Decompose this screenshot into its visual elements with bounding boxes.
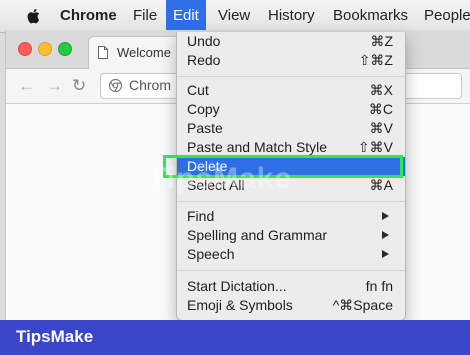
menu-item-shortcut: ⌘V	[369, 120, 393, 136]
zoom-window-button[interactable]	[58, 42, 72, 56]
menu-item-label: Emoji & Symbols	[187, 297, 293, 313]
menu-item-speech[interactable]: Speech	[177, 245, 405, 264]
address-text: Chrom	[129, 77, 172, 93]
menu-item-label: Paste and Match Style	[187, 139, 328, 155]
menu-item-emoji-and-symbols[interactable]: Emoji & Symbols ^⌘Space	[177, 296, 405, 315]
edit-menu-dropdown: Undo ⌘Z Redo ⇧⌘Z Cut ⌘X Copy ⌘C Paste ⌘V…	[176, 32, 406, 321]
menu-file[interactable]: File	[133, 0, 157, 32]
document-icon	[98, 46, 108, 59]
menu-item-label: Speech	[187, 246, 235, 262]
back-arrow-icon[interactable]: ←	[18, 77, 35, 94]
menu-item-shortcut: ⌘Z	[370, 33, 393, 49]
menu-item-label: Start Dictation...	[187, 278, 287, 294]
submenu-arrow-icon	[382, 231, 389, 239]
menu-item-label: Find	[187, 208, 215, 224]
menu-item-cut[interactable]: Cut ⌘X	[177, 81, 405, 100]
menu-item-label: Select All	[187, 177, 245, 193]
menu-item-shortcut: ^⌘Space	[332, 297, 393, 313]
menu-separator	[177, 76, 405, 77]
submenu-arrow-icon	[382, 250, 389, 258]
menu-item-start-dictation[interactable]: Start Dictation... fn fn	[177, 277, 405, 296]
tab-title: Welcome	[117, 45, 171, 60]
menu-history[interactable]: History	[268, 0, 315, 32]
menu-item-label: Redo	[187, 52, 221, 68]
forward-arrow-icon[interactable]: →	[46, 77, 63, 94]
menu-item-paste-and-match-style[interactable]: Paste and Match Style ⇧⌘V	[177, 138, 405, 157]
menu-separator	[177, 270, 405, 271]
apple-icon[interactable]	[26, 8, 40, 24]
menu-item-shortcut: ⇧⌘V	[357, 139, 393, 155]
menu-edit[interactable]: Edit	[166, 0, 206, 32]
menu-item-spelling-and-grammar[interactable]: Spelling and Grammar	[177, 226, 405, 245]
menu-chrome[interactable]: Chrome	[60, 0, 117, 32]
submenu-arrow-icon	[382, 212, 389, 220]
menu-item-shortcut: fn fn	[365, 278, 393, 294]
footer-band: TipsMake	[0, 320, 470, 355]
menu-item-shortcut: ⌘X	[369, 82, 393, 98]
menu-item-label: Undo	[187, 33, 221, 49]
chrome-logo-icon	[109, 79, 122, 92]
reload-icon[interactable]: ↻	[72, 77, 86, 94]
menu-bookmarks[interactable]: Bookmarks	[333, 0, 408, 32]
footer-brand: TipsMake	[16, 327, 94, 346]
menu-item-select-all[interactable]: Select All ⌘A	[177, 176, 405, 195]
menu-separator	[177, 201, 405, 202]
minimize-window-button[interactable]	[38, 42, 52, 56]
menu-item-shortcut: ⌘A	[369, 177, 393, 193]
menu-item-undo[interactable]: Undo ⌘Z	[177, 32, 405, 51]
menu-item-label: Spelling and Grammar	[187, 227, 328, 243]
menu-item-label: Paste	[187, 120, 223, 136]
menu-item-shortcut: ⇧⌘Z	[358, 52, 393, 68]
menu-item-shortcut: ⌘C	[368, 101, 393, 117]
menu-item-redo[interactable]: Redo ⇧⌘Z	[177, 51, 405, 70]
menu-view[interactable]: View	[218, 0, 250, 32]
menu-item-paste[interactable]: Paste ⌘V	[177, 119, 405, 138]
menu-people[interactable]: People	[424, 0, 470, 32]
menu-item-delete[interactable]: Delete	[177, 157, 405, 176]
close-window-button[interactable]	[18, 42, 32, 56]
menu-item-label: Cut	[187, 82, 209, 98]
menu-item-label: Delete	[187, 158, 228, 174]
menu-item-label: Copy	[187, 101, 220, 117]
menu-item-copy[interactable]: Copy ⌘C	[177, 100, 405, 119]
menu-bar: Chrome File Edit View History Bookmarks …	[0, 0, 470, 33]
menu-item-find[interactable]: Find	[177, 207, 405, 226]
